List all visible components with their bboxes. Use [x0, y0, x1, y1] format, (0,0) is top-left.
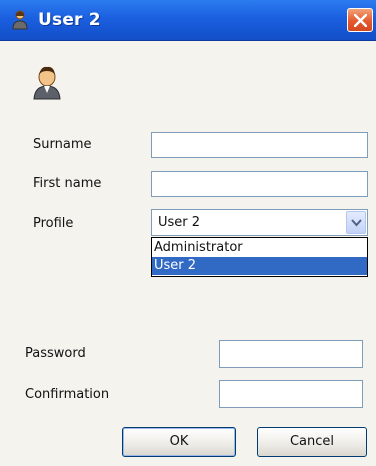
- profile-dropdown-list: Administrator User 2: [151, 237, 368, 277]
- ok-button[interactable]: OK: [122, 427, 236, 457]
- surname-label: Surname: [33, 137, 92, 152]
- password-field[interactable]: [219, 340, 363, 368]
- profile-label: Profile: [33, 216, 74, 231]
- user-avatar-icon: [32, 66, 62, 100]
- cancel-button[interactable]: Cancel: [257, 427, 367, 457]
- close-button[interactable]: [347, 8, 373, 32]
- profile-selected-value: User 2: [158, 215, 201, 230]
- title-bar[interactable]: User 2: [0, 0, 376, 41]
- profile-dropdown-button[interactable]: [346, 211, 366, 234]
- profile-option-user-2[interactable]: User 2: [152, 257, 367, 275]
- profile-select[interactable]: User 2: [151, 209, 368, 236]
- first-name-field[interactable]: [151, 171, 368, 197]
- confirmation-field[interactable]: [219, 380, 363, 408]
- first-name-label: First name: [33, 176, 102, 191]
- close-icon: [354, 14, 367, 27]
- user-dialog: User 2 Surname First name Profile User 2: [0, 0, 376, 466]
- chevron-down-icon: [351, 219, 362, 227]
- surname-field[interactable]: [151, 132, 368, 158]
- dialog-body: Surname First name Profile User 2 Admini…: [0, 41, 376, 466]
- window-title: User 2: [38, 10, 101, 30]
- user-icon: [9, 9, 31, 31]
- password-label: Password: [25, 346, 86, 361]
- profile-option-administrator[interactable]: Administrator: [152, 239, 367, 257]
- confirmation-label: Confirmation: [25, 387, 110, 402]
